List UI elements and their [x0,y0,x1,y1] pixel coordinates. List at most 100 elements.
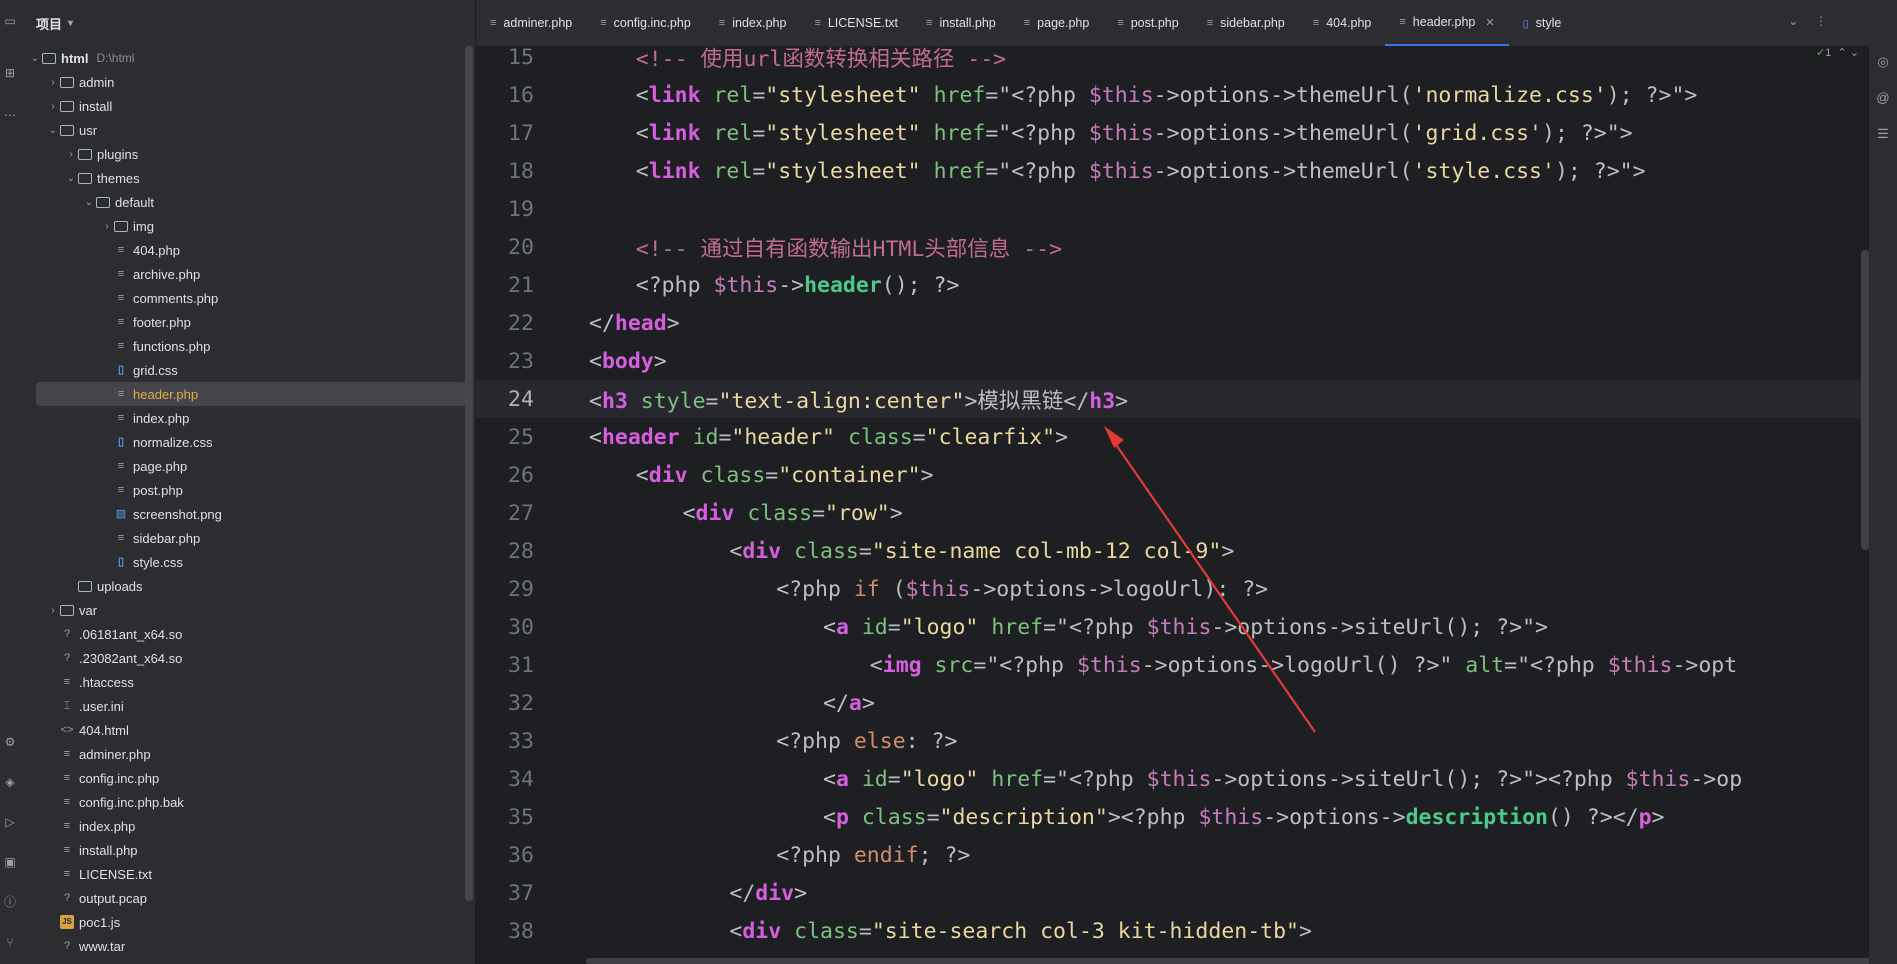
tree-item[interactable]: ≡ install.php [20,838,475,862]
code-line[interactable]: 16 <link rel="stylesheet" href="<?php $th… [476,76,1897,114]
project-panel-header[interactable]: 项目 ▾ [20,0,475,46]
tree-item[interactable]: ? .06181ant_x64.so [20,622,475,646]
code-line[interactable]: 20 <!-- 通过自有函数输出HTML头部信息 --> [476,228,1897,266]
tree-item[interactable]: ≡ LICENSE.txt [20,862,475,886]
tree-item[interactable]: ? www.tar [20,934,475,958]
tab-install-php[interactable]: ≡ install.php [912,0,1010,46]
tree-item[interactable]: ≡ page.php [20,454,475,478]
tree-item[interactable]: ⌄ usr [20,118,475,142]
chevron-right-icon[interactable]: › [46,101,60,112]
tree-item[interactable]: ≡ header.php [36,382,467,406]
tree-item[interactable]: ≡ post.php [20,478,475,502]
tab-post-php[interactable]: ≡ post.php [1103,0,1192,46]
code-line[interactable]: 29 <?php if ($this->options->logoUrl): ?> [476,570,1897,608]
inspection-widget[interactable]: ✓1 ⌃ ⌄ [1816,46,1859,59]
chevron-down-icon[interactable]: ▾ [68,18,73,29]
tree-item[interactable]: ≡ sidebar.php [20,526,475,550]
more-vertical-icon[interactable]: ⋮ [1815,14,1827,28]
editor-vertical-scrollbar[interactable] [1861,250,1869,550]
tab-404-php[interactable]: ≡ 404.php [1299,0,1386,46]
chevron-right-icon[interactable]: › [100,221,114,232]
tree-item[interactable]: <> 404.html [20,718,475,742]
sidebar-scrollbar[interactable] [465,46,473,901]
code-line[interactable]: 36 <?php endif; ?> [476,836,1897,874]
notifications-icon[interactable]: ◎ [1876,54,1890,70]
code-line[interactable]: 38 <div class="site-search col-3 kit-hidd… [476,912,1897,950]
problems-icon[interactable]: ⓘ [3,895,17,909]
code-line[interactable]: 22 </head> [476,304,1897,342]
chevron-up-icon[interactable]: ⌃ [1838,47,1847,59]
folder-icon[interactable]: ▭ [3,14,17,28]
run-icon[interactable]: ▷ [3,815,17,829]
code-line[interactable]: 31 <img src="<?php $this->options->logoUr… [476,646,1897,684]
code-line[interactable]: 32 </a> [476,684,1897,722]
code-line[interactable]: 19 [476,190,1897,228]
tree-item[interactable]: ≡ config.inc.php [20,766,475,790]
tree-item[interactable]: ⌶ .user.ini [20,694,475,718]
close-icon[interactable]: ✕ [1485,16,1494,29]
tab-adminer-php[interactable]: ≡ adminer.php [476,0,586,46]
code-line[interactable]: 37 </div> [476,874,1897,912]
tree-item[interactable]: ≡ index.php [20,406,475,430]
tree-item[interactable]: ≡ archive.php [20,262,475,286]
code-line[interactable]: 23 <body> [476,342,1897,380]
editor-horizontal-scrollbar[interactable] [586,958,1886,964]
code-line[interactable]: 34 <a id="logo" href="<?php $this->option… [476,760,1897,798]
code-line[interactable]: 27 <div class="row"> [476,494,1897,532]
tree-item[interactable]: ≡ functions.php [20,334,475,358]
tab-index-php[interactable]: ≡ index.php [705,0,801,46]
tree-item[interactable]: ≡ 404.php [20,238,475,262]
more-icon[interactable]: ⋯ [3,108,17,122]
chevron-right-icon[interactable]: › [64,149,78,160]
tree-item[interactable]: ▨ screenshot.png [20,502,475,526]
chevron-down-icon[interactable]: ⌄ [1788,14,1798,28]
chevron-down-icon[interactable]: ⌄ [46,125,60,136]
layers-icon[interactable]: ◈ [3,775,17,789]
tab-page-php[interactable]: ≡ page.php [1010,0,1104,46]
code-line[interactable]: 15 <!-- 使用url函数转换相关路径 --> [476,46,1897,76]
tree-item[interactable]: ? .23082ant_x64.so [20,646,475,670]
tree-item[interactable]: ≡ config.inc.php.bak [20,790,475,814]
terminal-icon[interactable]: ▣ [3,855,17,869]
tree-item[interactable]: ▯ style.css [20,550,475,574]
tree-item[interactable]: ≡ adminer.php [20,742,475,766]
code-line[interactable]: 25 <header id="header" class="clearfix"> [476,418,1897,456]
code-line[interactable]: 35 <p class="description"><?php $this->op… [476,798,1897,836]
tree-item[interactable]: ≡ .htaccess [20,670,475,694]
tree-item[interactable]: ≡ comments.php [20,286,475,310]
tab-controls[interactable]: ⌄ ⋮ [1788,14,1827,28]
chevron-down-icon[interactable]: ⌄ [64,173,78,184]
tab-config-inc-php[interactable]: ≡ config.inc.php [586,0,705,46]
code-line[interactable]: 21 <?php $this->header(); ?> [476,266,1897,304]
tree-item[interactable]: ⌄ html D:\html [20,46,475,70]
database-icon[interactable]: ☰ [1876,126,1890,142]
chevron-down-icon[interactable]: ⌄ [1850,47,1859,59]
code-line[interactable]: 28 <div class="site-name col-mb-12 col-9"… [476,532,1897,570]
tree-item[interactable]: JS poc1.js [20,910,475,934]
code-line[interactable]: 17 <link rel="stylesheet" href="<?php $th… [476,114,1897,152]
code-line[interactable]: 18 <link rel="stylesheet" href="<?php $th… [476,152,1897,190]
tree-item[interactable]: › img [20,214,475,238]
tree-item[interactable]: ≡ footer.php [20,310,475,334]
tree-item[interactable]: ▯ normalize.css [20,430,475,454]
ai-assistant-icon[interactable]: @ [1876,90,1890,105]
tree-item[interactable]: ? output.pcap [20,886,475,910]
chevron-right-icon[interactable]: › [46,605,60,616]
structure-icon[interactable]: ⊞ [3,66,17,80]
tree-item[interactable]: › install [20,94,475,118]
chevron-down-icon[interactable]: ⌄ [28,53,42,64]
code-line[interactable]: 26 <div class="container"> [476,456,1897,494]
tab-header-php[interactable]: ≡ header.php ✕ [1385,0,1509,46]
tree-item[interactable]: › admin [20,70,475,94]
tab-license-txt[interactable]: ≡ LICENSE.txt [800,0,912,46]
tree-item[interactable]: › plugins [20,142,475,166]
code-line[interactable]: 30 <a id="logo" href="<?php $this->option… [476,608,1897,646]
code-line[interactable]: 33 <?php else: ?> [476,722,1897,760]
code-editor[interactable]: 15 <!-- 使用url函数转换相关路径 --> 16 <link rel="sty… [476,46,1897,964]
tree-item[interactable]: ≡ index.php [20,814,475,838]
code-line[interactable]: 24 <h3 style="text-align:center">模拟黑链</h3… [476,380,1897,418]
tab-sidebar-php[interactable]: ≡ sidebar.php [1193,0,1299,46]
git-icon[interactable]: ⑂ [3,935,17,949]
chevron-right-icon[interactable]: › [46,77,60,88]
plugin-icon[interactable]: ⚙ [3,735,17,749]
